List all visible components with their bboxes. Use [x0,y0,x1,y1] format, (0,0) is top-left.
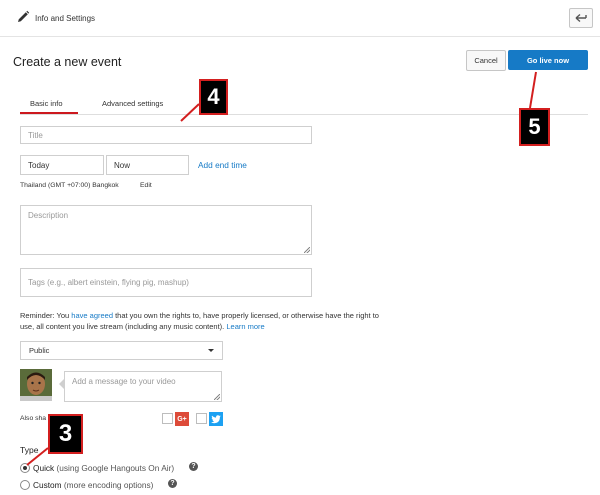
callout-pointers [26,71,537,466]
callout-4-pointer [180,103,200,122]
callout-5: 5 [519,108,550,146]
callout-3-pointer [26,447,49,466]
callout-5-pointer [529,71,537,109]
callout-3: 3 [48,414,83,454]
callout-4: 4 [199,79,228,115]
